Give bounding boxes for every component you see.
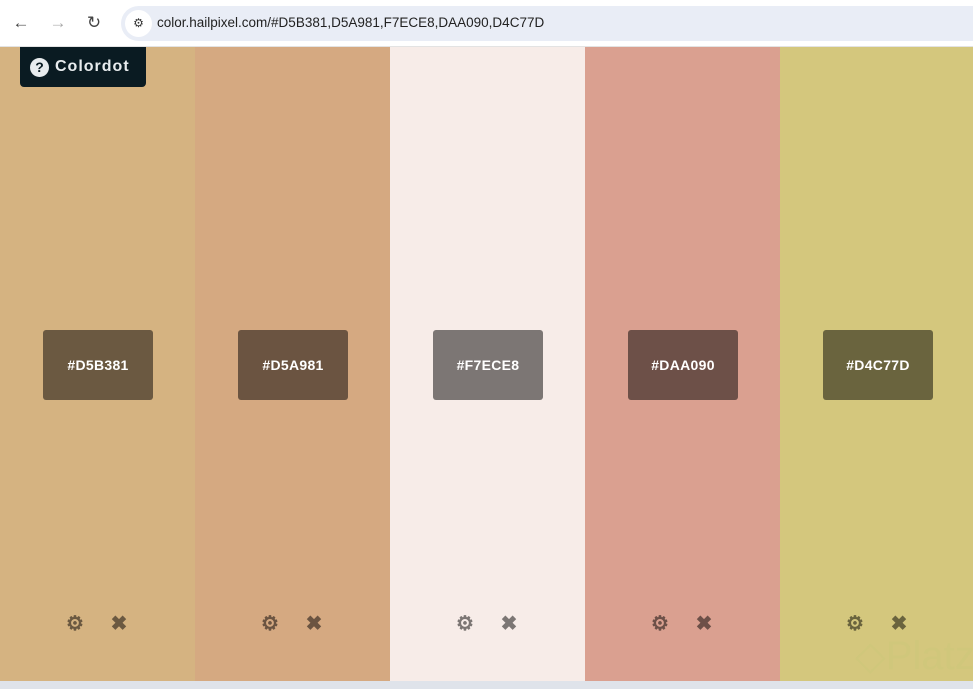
swatch-actions: ⚙ ✖ (65, 611, 129, 636)
hex-label[interactable]: #F7ECE8 (433, 330, 543, 400)
taskbar-strip (0, 681, 973, 689)
swatch-actions: ⚙ ✖ (455, 611, 519, 636)
gear-icon[interactable]: ⚙ (260, 611, 280, 636)
close-icon[interactable]: ✖ (694, 611, 714, 636)
site-settings-icon[interactable]: ⚙ (125, 10, 152, 37)
swatch-column[interactable]: #D5B381 ⚙ ✖ (0, 47, 195, 681)
back-icon[interactable]: ← (10, 12, 32, 34)
colordot-help-button[interactable]: ? Colordot (20, 47, 146, 87)
gear-icon[interactable]: ⚙ (455, 611, 475, 636)
hex-label[interactable]: #D5B381 (43, 330, 153, 400)
swatch-column[interactable]: #F7ECE8 ⚙ ✖ (390, 47, 585, 681)
palette-columns: #D5B381 ⚙ ✖ #D5A981 ⚙ ✖ #F7ECE8 ⚙ ✖ #DAA090… (0, 47, 973, 681)
hex-label[interactable]: #DAA090 (628, 330, 738, 400)
gear-icon[interactable]: ⚙ (65, 611, 85, 636)
close-icon[interactable]: ✖ (304, 611, 324, 636)
reload-icon[interactable]: ↻ (83, 12, 105, 34)
address-bar[interactable]: ⚙ color.hailpixel.com/#D5B381,D5A981,F7E… (121, 6, 973, 41)
swatch-column[interactable]: #D4C77D ⚙ ✖ (780, 47, 973, 681)
swatch-column[interactable]: #D5A981 ⚙ ✖ (195, 47, 390, 681)
platzi-watermark: ◇Platzi (855, 634, 973, 678)
close-icon[interactable]: ✖ (109, 611, 129, 636)
forward-icon[interactable]: → (47, 12, 69, 34)
url-text: color.hailpixel.com/#D5B381,D5A981,F7ECE… (157, 15, 545, 30)
swatch-column[interactable]: #DAA090 ⚙ ✖ (585, 47, 780, 681)
logo-label: Colordot (55, 58, 130, 75)
browser-toolbar: ← → ↻ ⚙ color.hailpixel.com/#D5B381,D5A9… (0, 0, 973, 47)
hex-label[interactable]: #D5A981 (238, 330, 348, 400)
hex-label[interactable]: #D4C77D (823, 330, 933, 400)
close-icon[interactable]: ✖ (499, 611, 519, 636)
gear-icon[interactable]: ⚙ (650, 611, 670, 636)
swatch-actions: ⚙ ✖ (260, 611, 324, 636)
question-icon: ? (30, 57, 49, 77)
swatch-actions: ⚙ ✖ (650, 611, 714, 636)
